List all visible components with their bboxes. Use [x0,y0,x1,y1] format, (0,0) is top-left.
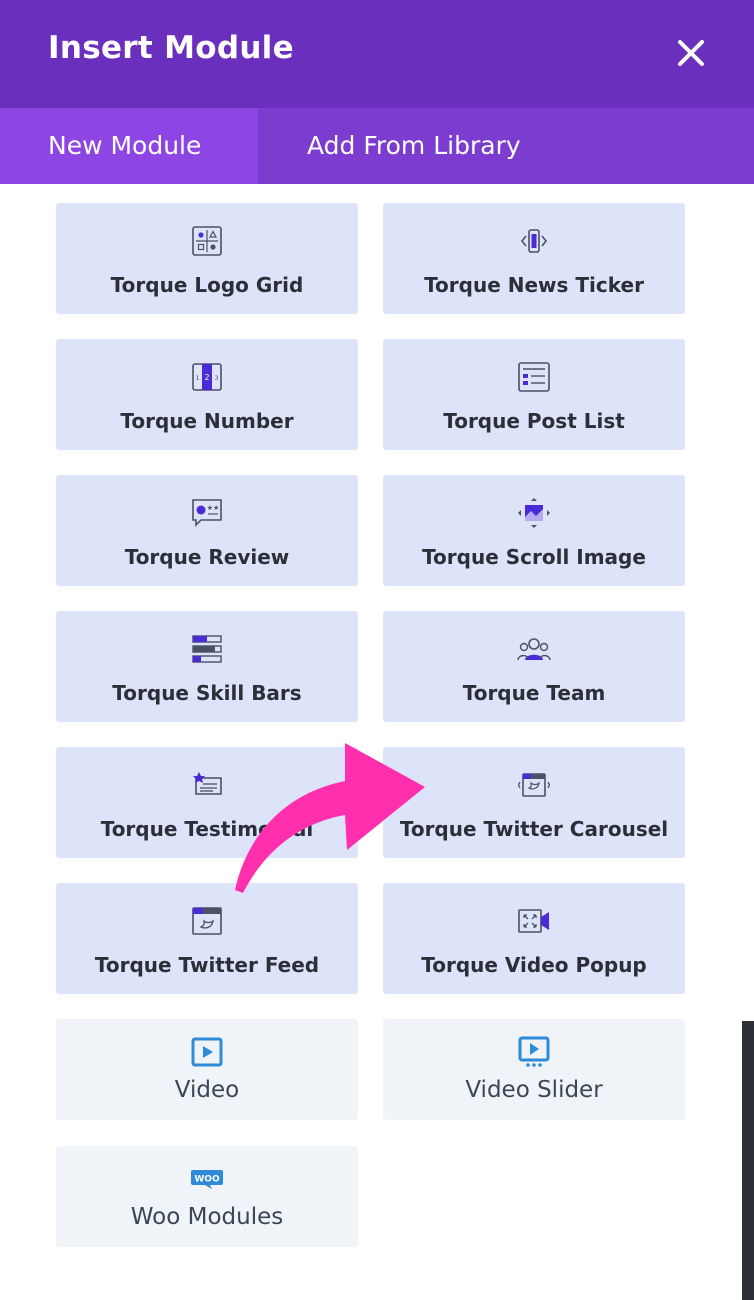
module-card-video-popup[interactable]: Torque Video Popup [383,883,685,994]
video-icon [191,1037,223,1067]
module-card-number[interactable]: 2 1 3 Torque Number [56,339,358,450]
dialog-title: Insert Module [48,30,294,66]
svg-text:1: 1 [196,375,200,382]
module-card-news-ticker[interactable]: Torque News Ticker [383,203,685,314]
twitter-carousel-icon [518,773,550,797]
module-card-twitter-feed[interactable]: Torque Twitter Feed [56,883,358,994]
module-card-skill-bars[interactable]: Torque Skill Bars [56,611,358,722]
module-card-logo-grid[interactable]: Torque Logo Grid [56,203,358,314]
tab-new-module[interactable]: New Module [0,108,258,184]
module-card-video[interactable]: Video [56,1019,358,1120]
video-slider-icon [518,1036,550,1067]
svg-text:WOO: WOO [194,1175,220,1185]
module-label: Torque Scroll Image [422,545,646,569]
testimonial-icon [193,772,222,795]
module-label: Torque Team [462,681,606,705]
news-ticker-icon [520,229,548,253]
logo-grid-icon [192,226,222,256]
team-icon [517,638,551,661]
module-card-scroll-image[interactable]: Torque Scroll Image [383,475,685,586]
module-card-woo-modules[interactable]: WOO Woo Modules [56,1146,358,1247]
post-list-icon [518,362,550,392]
module-label: Video [174,1077,240,1103]
module-label: Torque Testimonial [100,817,314,841]
module-label: Torque News Ticker [424,273,644,297]
module-label: Torque Logo Grid [110,273,304,297]
svg-text:★★: ★★ [207,504,220,512]
close-icon[interactable] [670,32,712,74]
module-label: Torque Number [120,409,294,433]
skill-bars-icon [192,635,222,663]
module-card-testimonial[interactable]: Torque Testimonial [56,747,358,858]
video-popup-icon [518,909,549,933]
tab-bar: New Module Add From Library [0,108,754,184]
woo-icon: WOO [191,1170,223,1189]
module-label: Torque Twitter Feed [94,953,320,977]
scrollbar-thumb[interactable] [742,1021,754,1300]
review-icon: ★★ [192,499,222,527]
module-label: Torque Post List [443,409,625,433]
module-label: Video Slider [465,1077,603,1103]
dialog-header: Insert Module [0,0,754,108]
module-label: Torque Skill Bars [112,681,302,705]
svg-text:3: 3 [215,375,219,382]
module-label: Woo Modules [130,1204,284,1230]
module-card-review[interactable]: ★★ Torque Review [56,475,358,586]
module-card-team[interactable]: Torque Team [383,611,685,722]
svg-text:2: 2 [204,373,209,382]
module-label: Torque Review [124,545,290,569]
module-card-video-slider[interactable]: Video Slider [383,1019,685,1120]
tab-add-from-library[interactable]: Add From Library [307,108,521,184]
module-card-post-list[interactable]: Torque Post List [383,339,685,450]
module-card-twitter-carousel[interactable]: Torque Twitter Carousel [383,747,685,858]
module-label: Torque Twitter Carousel [399,817,669,841]
module-label: Torque Video Popup [421,953,647,977]
module-grid: Torque Logo Grid Torque News Ticker 2 1 … [56,203,686,1273]
scroll-image-icon [518,498,550,528]
close-button[interactable] [670,32,712,74]
twitter-feed-icon [192,907,222,935]
number-icon: 2 1 3 [192,363,222,391]
